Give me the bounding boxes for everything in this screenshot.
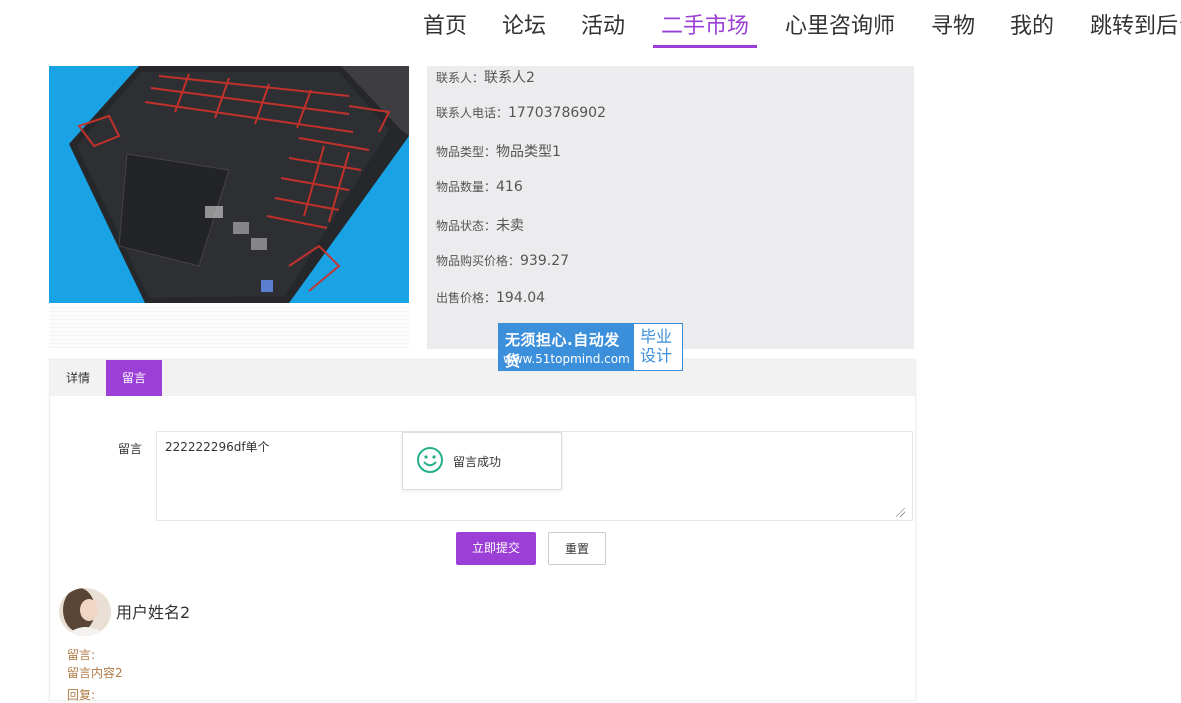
watermark-badge: 无须担心.自动发货 www.51topmind.com 毕业 设计 bbox=[498, 323, 683, 371]
sell-price-row: 出售价格：194.04 bbox=[436, 290, 546, 306]
tab-bar: 详情 留言 bbox=[50, 360, 915, 396]
nav-home[interactable]: 首页 bbox=[423, 8, 467, 40]
nav-lost-found[interactable]: 寻物 bbox=[931, 8, 975, 40]
type-value: 物品类型1 bbox=[496, 144, 561, 160]
watermark-url: www.51topmind.com bbox=[503, 352, 630, 366]
sell-price-value: 194.04 bbox=[496, 290, 546, 306]
nav-admin[interactable]: 跳转到后台 bbox=[1090, 8, 1181, 40]
quantity-row: 物品数量：416 bbox=[436, 179, 523, 195]
image-thumbnail-strip bbox=[49, 304, 409, 348]
resize-handle[interactable] bbox=[896, 508, 905, 517]
watermark-right: 毕业 设计 bbox=[640, 327, 673, 365]
reset-button[interactable]: 重置 bbox=[548, 532, 606, 565]
quantity-value: 416 bbox=[496, 179, 523, 195]
nav-forum[interactable]: 论坛 bbox=[502, 8, 546, 40]
phone-value: 17703786902 bbox=[508, 105, 606, 121]
contact-row: 联系人：联系人2 bbox=[436, 70, 535, 86]
toast-message: 留言成功 bbox=[453, 455, 502, 469]
buy-price-row: 物品购买价格：939.27 bbox=[436, 253, 570, 269]
nav-activity[interactable]: 活动 bbox=[581, 8, 625, 40]
product-info-panel: 联系人：联系人2 联系人电话：17703786902 物品类型：物品类型1 物品… bbox=[427, 66, 914, 349]
buy-price-value: 939.27 bbox=[520, 253, 570, 269]
phone-row: 联系人电话：17703786902 bbox=[436, 105, 606, 121]
avatar bbox=[59, 588, 111, 636]
success-toast: 留言成功 bbox=[402, 432, 562, 490]
tab-details[interactable]: 详情 bbox=[54, 360, 102, 396]
nav-mine[interactable]: 我的 bbox=[1010, 8, 1054, 40]
contact-value: 联系人2 bbox=[484, 70, 535, 86]
comment-reply-label: 回复: bbox=[67, 688, 96, 702]
watermark-left: 无须担心.自动发货 www.51topmind.com bbox=[499, 324, 634, 370]
comment-label: 留言: bbox=[67, 648, 96, 662]
nav-second-hand-market[interactable]: 二手市场 bbox=[652, 8, 758, 48]
product-image bbox=[49, 66, 409, 303]
detail-tab-panel: 详情 留言 bbox=[49, 359, 916, 701]
submit-button[interactable]: 立即提交 bbox=[456, 532, 536, 565]
status-row: 物品状态：未卖 bbox=[436, 218, 525, 234]
status-value: 未卖 bbox=[496, 218, 525, 234]
smile-icon bbox=[417, 447, 443, 473]
comment-content: 留言内容2 bbox=[67, 666, 123, 680]
comment-user-name: 用户姓名2 bbox=[116, 603, 191, 622]
comment-field-label: 留言 bbox=[118, 442, 143, 456]
type-row: 物品类型：物品类型1 bbox=[436, 144, 561, 160]
nav-counselor[interactable]: 心里咨询师 bbox=[785, 8, 895, 40]
top-nav: 首页 论坛 活动 二手市场 心里咨询师 寻物 我的 跳转到后台 bbox=[0, 0, 1181, 48]
tab-comments[interactable]: 留言 bbox=[106, 360, 162, 396]
